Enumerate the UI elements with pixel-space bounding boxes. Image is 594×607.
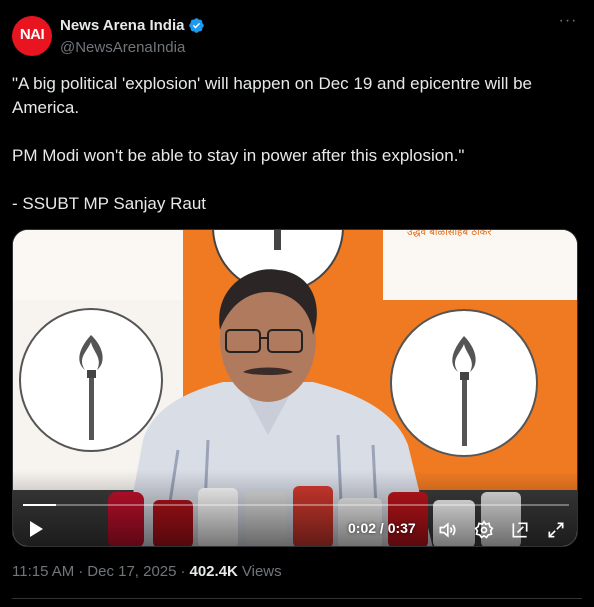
tweet-text-line: - SSUBT MP Sanjay Raut (12, 194, 207, 213)
video-progress-fill (23, 504, 56, 506)
tweet-card: NAI News Arena India @NewsArenaIndia ···… (0, 0, 594, 607)
tweet-text: "A big political 'explosion' will happen… (12, 72, 582, 216)
author-avatar[interactable]: NAI (12, 16, 52, 56)
volume-icon[interactable] (437, 520, 457, 540)
play-icon[interactable] (27, 520, 45, 538)
more-options-icon[interactable]: ··· (558, 13, 578, 34)
tweet-date[interactable]: Dec 17, 2025 (87, 563, 176, 580)
tweet-meta: 11:15 AM · Dec 17, 2025 · 402.4K Views (12, 563, 282, 580)
video-progress-bar[interactable] (23, 504, 569, 506)
tweet-text-line: "A big political 'explosion' will happen… (12, 74, 533, 117)
video-player[interactable]: उद्धव बाळासाहेब ठाकरे 0:02 / 0:37 (12, 229, 578, 547)
meta-separator: · (180, 563, 186, 580)
avatar-logo-text: NAI (19, 25, 45, 43)
banner-text: उद्धव बाळासाहेब ठाकरे (407, 230, 492, 238)
fullscreen-icon[interactable] (546, 520, 566, 540)
verified-badge-icon[interactable] (188, 17, 205, 34)
author-name-row: News Arena India (60, 17, 205, 34)
meta-separator: · (78, 563, 84, 580)
views-count: 402.4K (189, 563, 238, 580)
tweet-text-line: PM Modi won't be able to stay in power a… (12, 146, 465, 165)
views-label: Views (241, 563, 282, 580)
divider (12, 598, 582, 599)
author-handle[interactable]: @NewsArenaIndia (60, 39, 185, 56)
picture-in-picture-icon[interactable] (510, 520, 530, 540)
video-time-label: 0:02 / 0:37 (348, 520, 416, 536)
video-controls: 0:02 / 0:37 (13, 496, 577, 546)
tweet-time[interactable]: 11:15 AM (12, 563, 74, 580)
settings-gear-icon[interactable] (474, 520, 494, 540)
author-display-name[interactable]: News Arena India (60, 17, 184, 34)
